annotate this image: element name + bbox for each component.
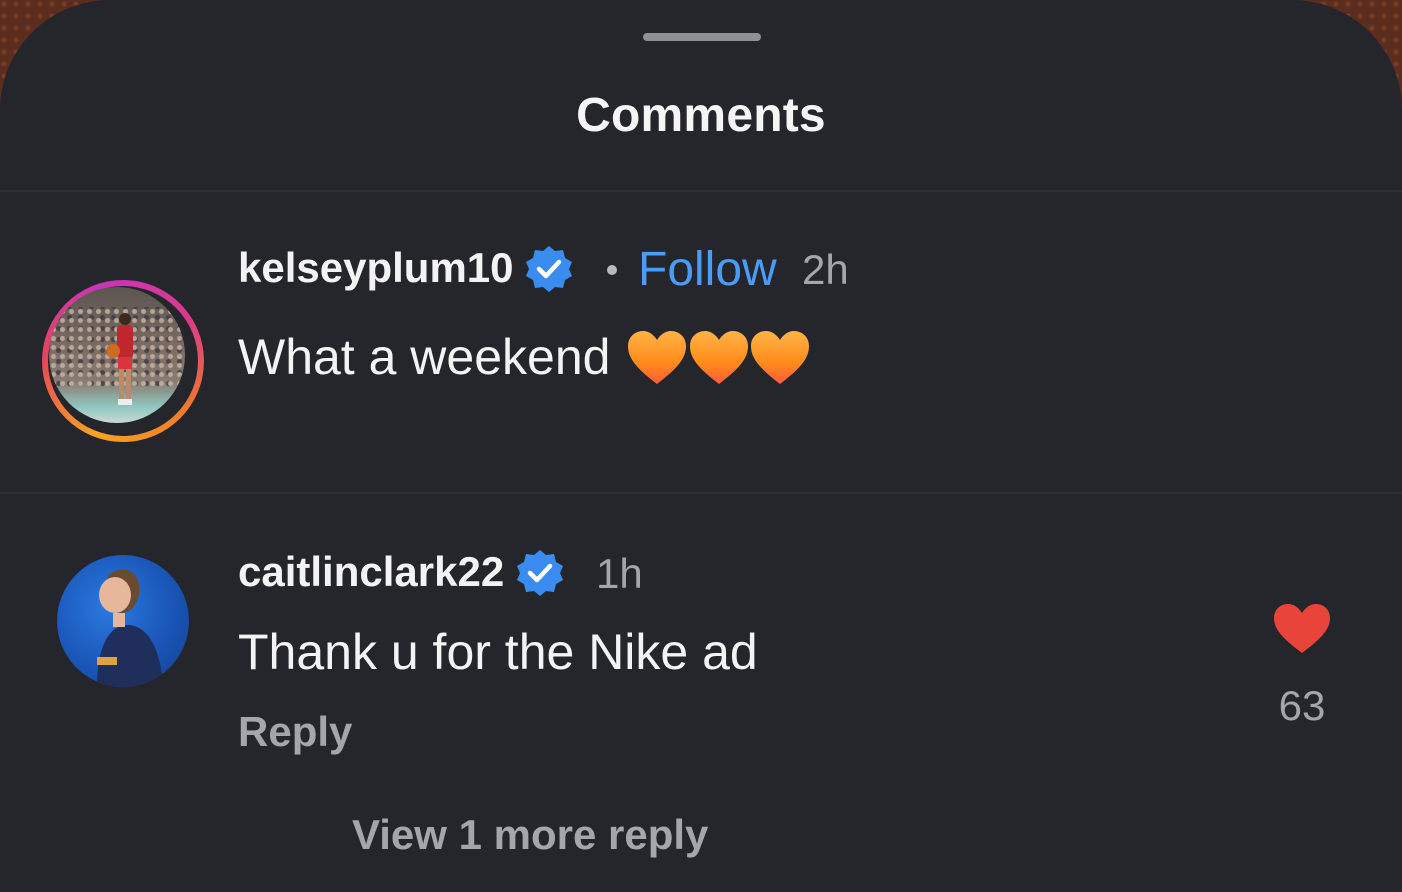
comment-username[interactable]: kelseyplum10 xyxy=(238,244,514,292)
avatar xyxy=(49,287,185,423)
orange-heart-icon xyxy=(751,331,809,384)
verified-badge-icon xyxy=(517,550,563,596)
orange-heart-icon xyxy=(628,331,686,384)
separator-dot xyxy=(607,265,617,275)
comment-timestamp: 1h xyxy=(596,550,643,597)
comment-username[interactable]: caitlinclark22 xyxy=(238,548,504,596)
comment-text: Thank u for the Nike ad xyxy=(238,624,758,680)
sheet-title: Comments xyxy=(576,89,826,142)
drag-handle[interactable] xyxy=(643,33,761,41)
like-count: 63 xyxy=(1278,682,1326,729)
view-more-replies-button[interactable]: View 1 more reply xyxy=(352,811,708,859)
orange-heart-icon xyxy=(690,331,748,384)
orange-heart-emojis xyxy=(628,331,809,384)
like-heart-icon[interactable] xyxy=(1272,603,1332,655)
header-divider xyxy=(0,190,1402,192)
verified-badge-icon xyxy=(526,246,572,292)
follow-button[interactable]: Follow xyxy=(638,242,777,297)
avatar-story-ring[interactable] xyxy=(42,280,204,442)
avatar-photo xyxy=(107,313,133,405)
comment-text: What a weekend xyxy=(238,329,611,385)
comments-sheet: Comments kelseyplum10 Follow 2h What a w… xyxy=(0,0,1402,892)
comment-divider xyxy=(0,492,1402,494)
avatar[interactable] xyxy=(57,555,189,687)
reply-button[interactable]: Reply xyxy=(238,708,352,756)
avatar-photo xyxy=(97,569,163,687)
comment-timestamp: 2h xyxy=(802,246,849,293)
